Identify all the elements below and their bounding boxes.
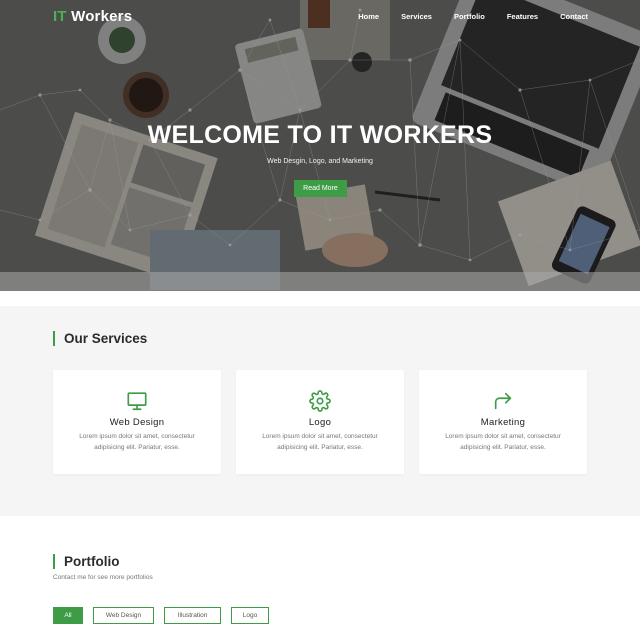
services-section: Our Services Web Design Lorem ipsum dolo…: [0, 306, 640, 516]
read-more-button[interactable]: Read More: [294, 180, 347, 197]
hero-subtitle: Web Desgin, Logo, and Marketing: [267, 158, 373, 165]
logo-rest-text: Workers: [66, 8, 133, 25]
service-card-marketing[interactable]: Marketing Lorem ipsum dolor sit amet, co…: [419, 370, 587, 474]
services-title: Our Services: [53, 331, 147, 346]
nav-link-portfolio[interactable]: Portfolio: [454, 12, 485, 21]
service-card-web-design[interactable]: Web Design Lorem ipsum dolor sit amet, c…: [53, 370, 221, 474]
filter-illustration-button[interactable]: Illustration: [164, 607, 221, 624]
service-card-text: Lorem ipsum dolor sit amet, consectetur …: [445, 433, 561, 451]
hero-bottom-strip: [0, 272, 640, 291]
nav-link-home[interactable]: Home: [358, 12, 379, 21]
nav-link-services[interactable]: Services: [401, 12, 432, 21]
monitor-icon: [127, 392, 147, 411]
navbar: IT Workers Home Services Portfolio Featu…: [0, 0, 640, 34]
hero-section: IT Workers Home Services Portfolio Featu…: [0, 0, 640, 291]
brand-logo[interactable]: IT Workers: [53, 8, 132, 25]
portfolio-section: Portfolio Contact me for see more portfo…: [0, 516, 640, 640]
service-cards: Web Design Lorem ipsum dolor sit amet, c…: [53, 370, 587, 474]
service-card-title: Logo: [308, 417, 332, 428]
nav-link-features[interactable]: Features: [507, 12, 538, 21]
portfolio-subtitle: Contact me for see more portfolios: [53, 574, 153, 581]
portfolio-title: Portfolio: [53, 554, 120, 569]
service-card-title: Marketing: [480, 417, 526, 428]
service-card-text: Lorem ipsum dolor sit amet, consectetur …: [262, 433, 378, 451]
filter-web-design-button[interactable]: Web Design: [93, 607, 154, 624]
hero-title: WELCOME TO IT WORKERS: [147, 121, 493, 149]
nav-link-contact[interactable]: Contact: [560, 12, 588, 21]
filter-all-button[interactable]: All: [53, 607, 83, 624]
service-card-title: Web Design: [109, 417, 165, 428]
logo-accent-text: IT: [53, 8, 67, 25]
service-card-text: Lorem ipsum dolor sit amet, consectetur …: [79, 433, 195, 451]
gear-icon: [309, 390, 331, 412]
share-arrow-icon: [494, 392, 512, 410]
filter-logo-button[interactable]: Logo: [231, 607, 269, 624]
service-card-logo[interactable]: Logo Lorem ipsum dolor sit amet, consect…: [236, 370, 404, 474]
nav-links: Home Services Portfolio Features Contact: [336, 12, 588, 21]
